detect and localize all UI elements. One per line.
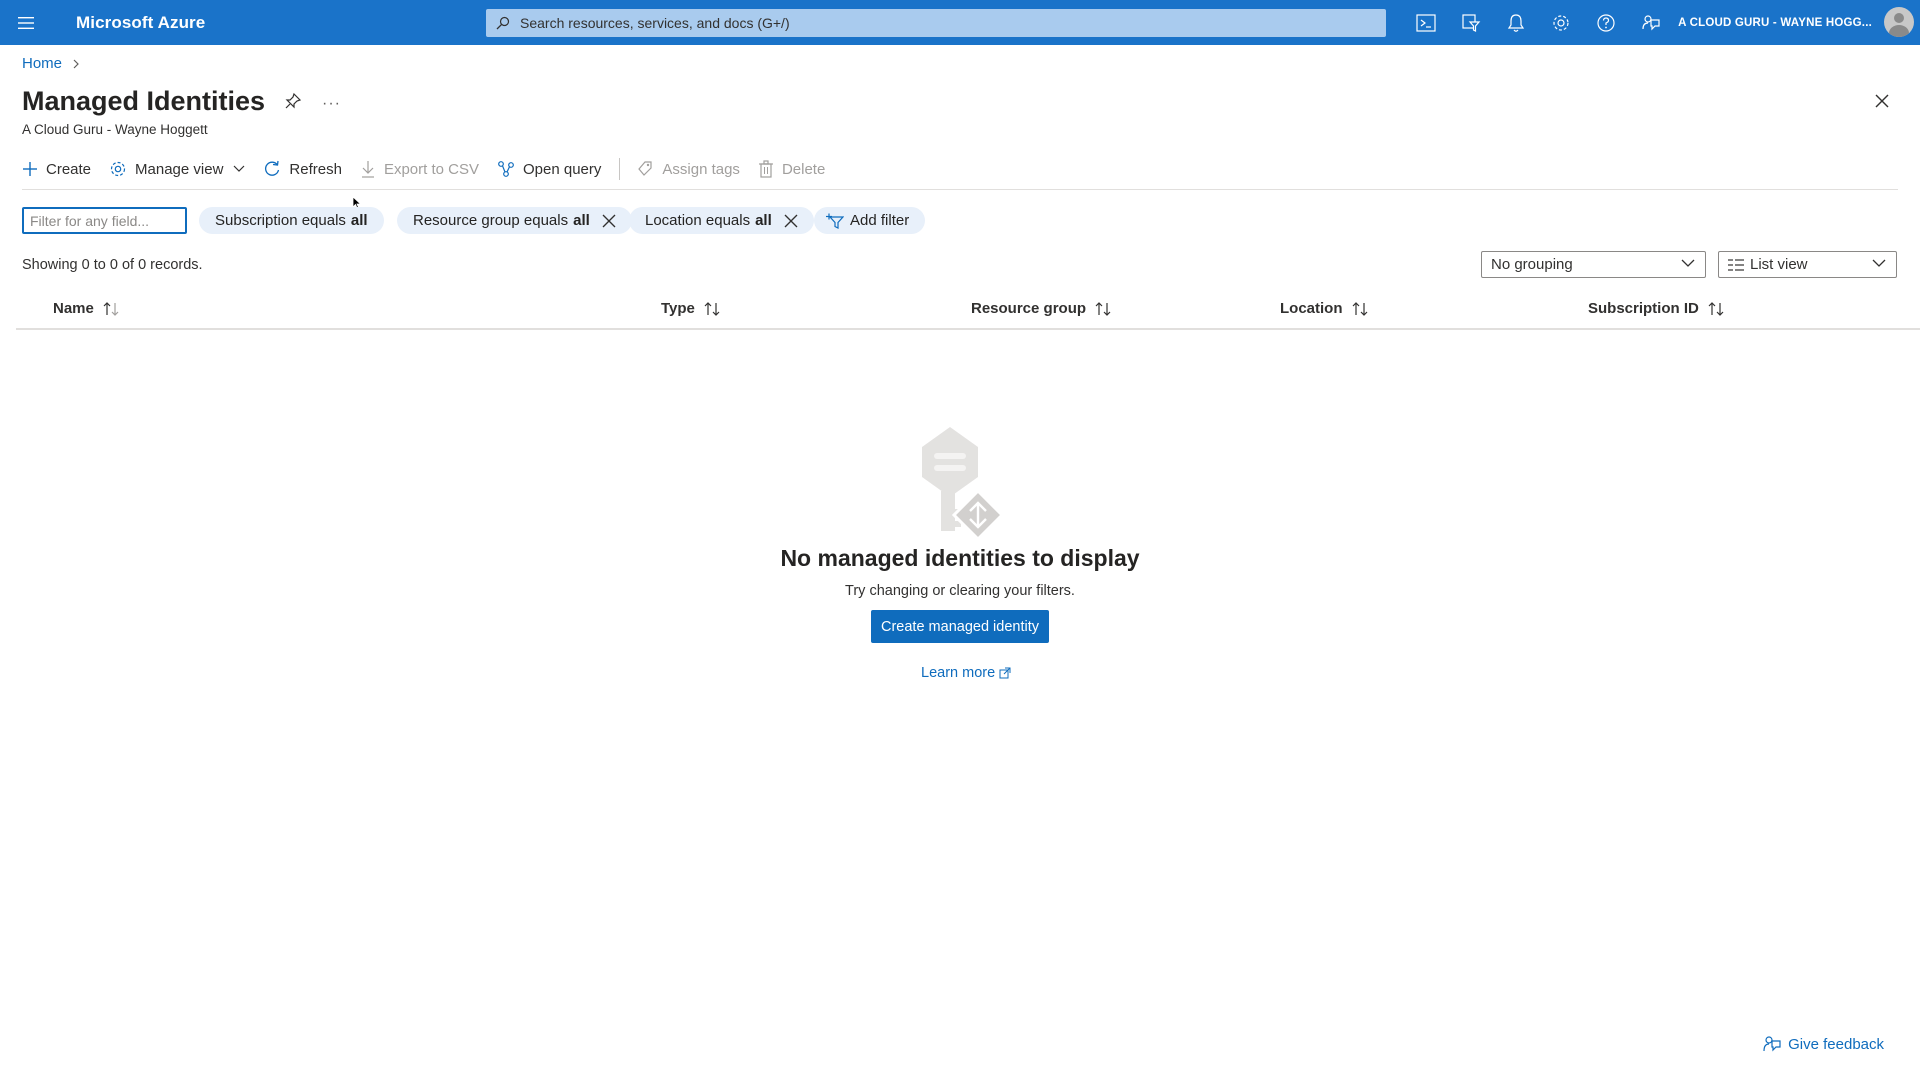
account-name[interactable]: A CLOUD GURU - WAYNE HOGG... bbox=[1678, 0, 1872, 45]
command-bar: Create Manage view Refresh Export to CSV… bbox=[22, 156, 843, 182]
view-selected: List view bbox=[1750, 256, 1808, 273]
query-icon bbox=[497, 160, 515, 178]
chevron-down-icon bbox=[1872, 259, 1886, 268]
empty-state-title: No managed identities to display bbox=[780, 545, 1140, 571]
trash-icon bbox=[758, 160, 774, 178]
give-feedback-label: Give feedback bbox=[1788, 1035, 1884, 1053]
directory-filter-icon[interactable] bbox=[1448, 0, 1493, 45]
create-button[interactable]: Create bbox=[22, 161, 91, 178]
download-icon bbox=[360, 160, 376, 178]
command-bar-divider bbox=[22, 189, 1898, 190]
chevron-right-icon bbox=[72, 58, 80, 70]
open-query-button[interactable]: Open query bbox=[497, 160, 601, 178]
brand-title[interactable]: Microsoft Azure bbox=[76, 13, 205, 33]
column-header-type[interactable]: Type bbox=[661, 300, 721, 317]
search-placeholder: Search resources, services, and docs (G+… bbox=[520, 15, 790, 31]
top-icon-group bbox=[1403, 0, 1673, 45]
settings-icon[interactable] bbox=[1538, 0, 1583, 45]
open-query-label: Open query bbox=[523, 160, 602, 178]
sort-icon bbox=[1094, 301, 1112, 316]
add-filter-label: Add filter bbox=[850, 212, 910, 229]
gear-icon bbox=[109, 160, 127, 178]
assign-tags-label: Assign tags bbox=[662, 160, 740, 178]
global-search-input[interactable]: Search resources, services, and docs (G+… bbox=[486, 9, 1386, 37]
delete-button[interactable]: Delete bbox=[758, 160, 825, 178]
export-csv-label: Export to CSV bbox=[383, 160, 479, 178]
refresh-label: Refresh bbox=[289, 160, 342, 178]
create-label: Create bbox=[46, 160, 92, 178]
top-bar: Microsoft Azure Search resources, servic… bbox=[0, 0, 1920, 45]
create-managed-identity-button[interactable]: Create managed identity bbox=[871, 610, 1049, 643]
column-header-name[interactable]: Name bbox=[53, 300, 120, 317]
close-icon[interactable] bbox=[1874, 93, 1890, 109]
subscription-filter-value: all bbox=[350, 212, 368, 229]
avatar[interactable] bbox=[1884, 7, 1914, 37]
column-header-resource-group[interactable]: Resource group bbox=[971, 300, 1112, 317]
grouping-dropdown[interactable]: No grouping bbox=[1481, 251, 1706, 278]
column-label: Resource group bbox=[971, 300, 1087, 317]
resource-group-filter-label: Resource group equals bbox=[413, 212, 569, 229]
notifications-icon[interactable] bbox=[1493, 0, 1538, 45]
column-label: Subscription ID bbox=[1588, 300, 1699, 317]
help-icon[interactable] bbox=[1583, 0, 1628, 45]
title-actions: ··· bbox=[284, 92, 341, 115]
column-header-location[interactable]: Location bbox=[1280, 300, 1369, 317]
breadcrumb-home[interactable]: Home bbox=[22, 55, 62, 72]
sort-icon bbox=[102, 301, 120, 316]
subscription-filter-pill[interactable]: Subscription equals all bbox=[199, 207, 384, 234]
external-link-icon bbox=[999, 667, 1011, 679]
feedback-icon bbox=[1762, 1035, 1782, 1053]
sort-icon bbox=[703, 301, 721, 316]
pin-icon[interactable] bbox=[284, 92, 302, 115]
refresh-button[interactable]: Refresh bbox=[263, 160, 342, 178]
give-feedback-link[interactable]: Give feedback bbox=[1762, 1035, 1884, 1053]
chevron-down-icon bbox=[1681, 259, 1695, 268]
export-csv-button[interactable]: Export to CSV bbox=[360, 160, 479, 178]
resource-group-filter-pill[interactable]: Resource group equals all bbox=[397, 207, 632, 234]
resource-group-filter-value: all bbox=[573, 212, 590, 229]
column-header-subscription-id[interactable]: Subscription ID bbox=[1588, 300, 1725, 317]
location-filter-label: Location equals bbox=[645, 212, 751, 229]
column-label: Location bbox=[1280, 300, 1343, 317]
manage-view-label: Manage view bbox=[135, 160, 224, 178]
column-label: Type bbox=[661, 300, 695, 317]
plus-icon bbox=[22, 161, 38, 177]
location-filter-value: all bbox=[755, 212, 772, 229]
filter-input[interactable] bbox=[22, 207, 187, 234]
sort-icon bbox=[1707, 301, 1725, 316]
delete-label: Delete bbox=[781, 160, 826, 178]
remove-filter-icon[interactable] bbox=[602, 214, 616, 228]
column-label: Name bbox=[53, 300, 94, 317]
table-header: Name Type Resource group Location Subscr… bbox=[16, 294, 1920, 330]
hamburger-menu-icon[interactable] bbox=[0, 0, 52, 45]
command-divider bbox=[619, 158, 621, 180]
learn-more-label: Learn more bbox=[921, 665, 996, 681]
refresh-icon bbox=[263, 160, 281, 178]
feedback-icon[interactable] bbox=[1628, 0, 1673, 45]
page-subtitle: A Cloud Guru - Wayne Hoggett bbox=[22, 122, 208, 137]
add-filter-icon bbox=[826, 213, 844, 229]
learn-more-link[interactable]: Learn more bbox=[921, 665, 1011, 681]
subscription-filter-label: Subscription equals bbox=[215, 212, 346, 229]
cloud-shell-icon[interactable] bbox=[1403, 0, 1448, 45]
location-filter-pill[interactable]: Location equals all bbox=[629, 207, 814, 234]
search-icon bbox=[496, 16, 510, 30]
remove-filter-icon[interactable] bbox=[784, 214, 798, 228]
empty-state-subtitle: Try changing or clearing your filters. bbox=[845, 583, 1075, 599]
list-view-icon bbox=[1728, 258, 1744, 271]
managed-identity-key-icon bbox=[910, 425, 1010, 545]
records-count: Showing 0 to 0 of 0 records. bbox=[22, 257, 203, 273]
view-dropdown[interactable]: List view bbox=[1718, 251, 1897, 278]
tag-icon bbox=[636, 160, 654, 178]
assign-tags-button[interactable]: Assign tags bbox=[636, 160, 740, 178]
add-filter-button[interactable]: Add filter bbox=[814, 207, 926, 234]
grouping-selected: No grouping bbox=[1491, 256, 1573, 273]
breadcrumb: Home bbox=[22, 55, 80, 72]
page-title: Managed Identities bbox=[22, 86, 266, 116]
manage-view-button[interactable]: Manage view bbox=[109, 160, 245, 178]
chevron-down-icon bbox=[233, 165, 245, 173]
more-options-icon[interactable]: ··· bbox=[322, 95, 341, 113]
sort-icon bbox=[1351, 301, 1369, 316]
